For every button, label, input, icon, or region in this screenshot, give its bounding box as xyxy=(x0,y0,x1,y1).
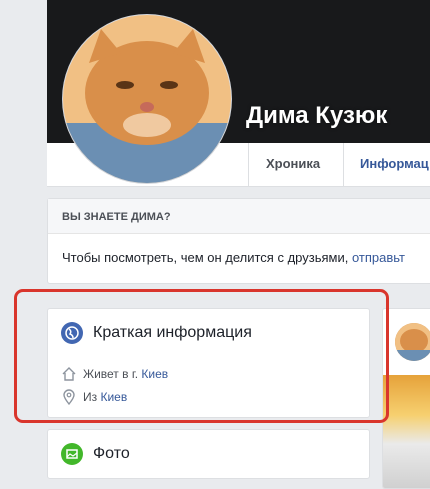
tab-info[interactable]: Информац xyxy=(360,156,429,171)
profile-name: Дима Кузюк xyxy=(246,102,388,129)
photos-card[interactable]: Фото xyxy=(47,429,370,479)
photo-icon xyxy=(61,443,83,465)
tab-timeline[interactable]: Хроника xyxy=(266,156,320,171)
do-you-know-card: ВЫ ЗНАЕТЕ ДИМА? Чтобы посмотреть, чем он… xyxy=(47,198,430,284)
card-header: ВЫ ЗНАЕТЕ ДИМА? xyxy=(48,199,430,234)
add-friend-prompt: Чтобы посмотреть, чем он делится с друзь… xyxy=(62,250,405,265)
photos-title: Фото xyxy=(93,445,130,462)
send-request-link[interactable]: отправьт xyxy=(352,250,405,265)
nav-divider xyxy=(248,143,249,186)
highlight-frame xyxy=(14,289,389,423)
post-author-avatar[interactable] xyxy=(395,323,430,361)
post-card xyxy=(382,308,430,489)
profile-avatar[interactable] xyxy=(63,15,231,183)
card-title: ВЫ ЗНАЕТЕ ДИМА? xyxy=(62,211,171,223)
nav-divider xyxy=(343,143,344,186)
prompt-text: Чтобы посмотреть, чем он делится с друзь… xyxy=(62,250,352,265)
post-photo[interactable] xyxy=(383,375,430,488)
